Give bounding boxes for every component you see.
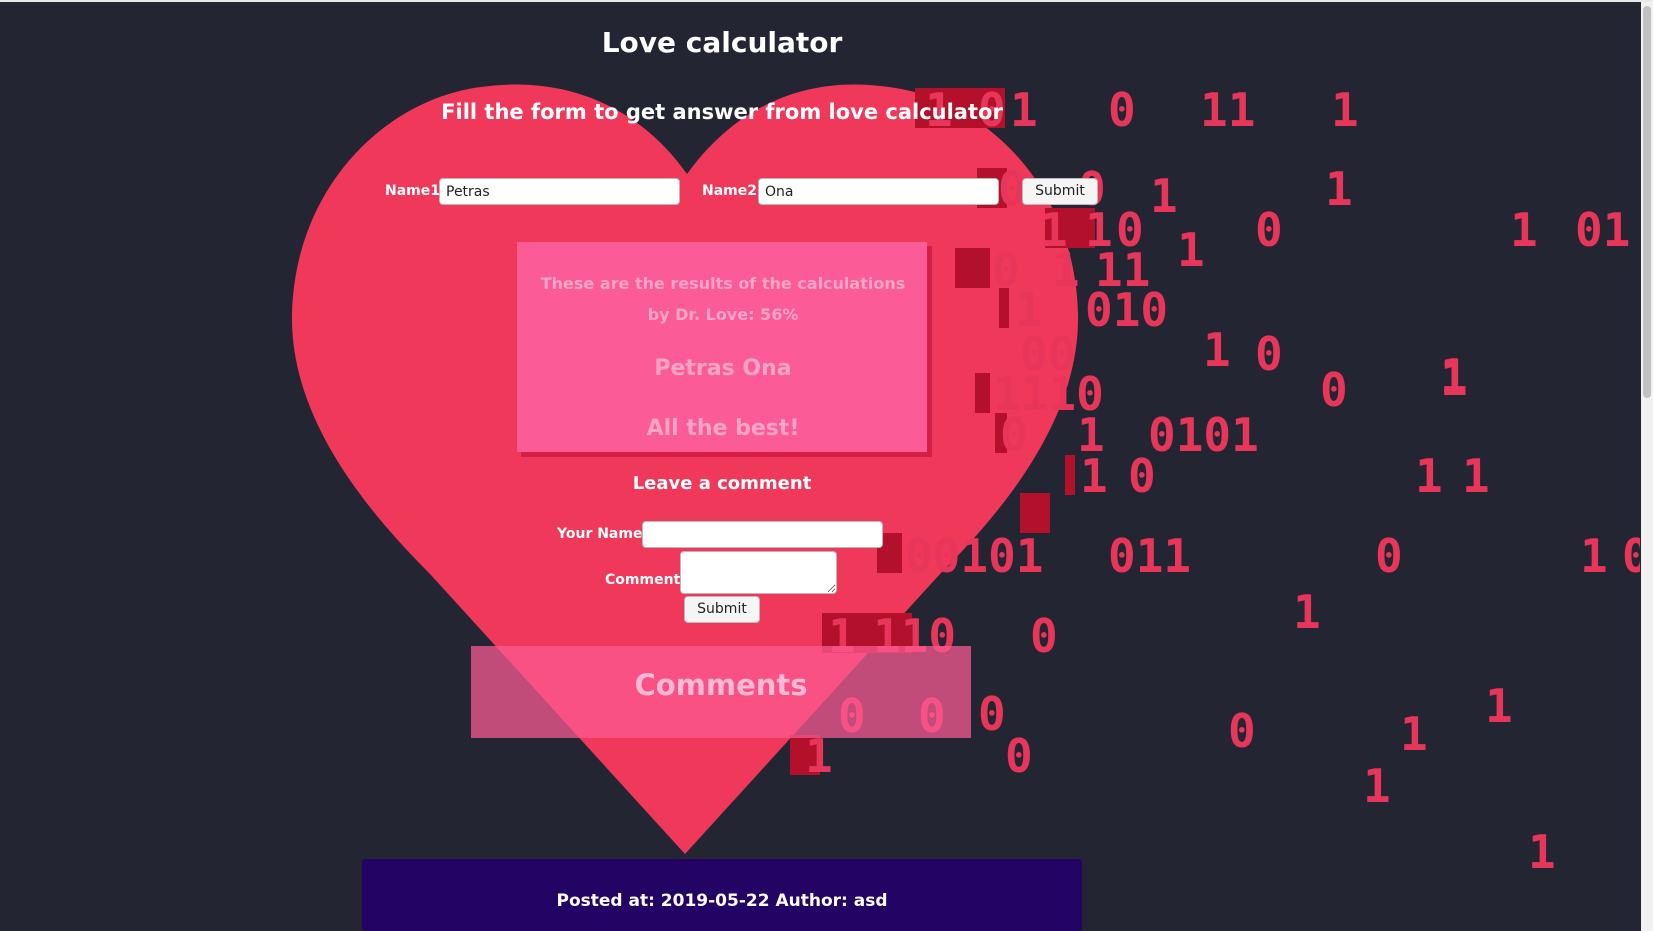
binary-digit: 010 xyxy=(1085,283,1168,337)
binary-digit: 1 xyxy=(1485,679,1513,733)
name2-label: Name2: xyxy=(702,183,763,199)
binary-digit: 0 xyxy=(1375,529,1403,583)
result-wish: All the best! xyxy=(646,416,800,441)
page-subtitle: Fill the form to get answer from love ca… xyxy=(441,100,1003,124)
binary-digit: 0101 xyxy=(1148,408,1259,462)
binary-digit: 1 xyxy=(1203,323,1231,377)
binary-digit: 1 xyxy=(1510,203,1538,257)
result-names: Petras Ona xyxy=(654,356,792,381)
binary-digit: 0 xyxy=(1255,203,1283,257)
binary-digit: 1 xyxy=(1580,529,1608,583)
binary-digit: 11 xyxy=(1095,243,1150,297)
comment-submit-button[interactable]: Submit xyxy=(684,596,760,623)
result-line-1: These are the results of the calculation… xyxy=(540,274,906,293)
page-scrollbar[interactable] xyxy=(1641,2,1653,931)
binary-digit: 1 xyxy=(1400,707,1428,761)
binary-digit: 0 xyxy=(1622,529,1640,583)
leave-comment-heading: Leave a comment xyxy=(632,473,812,494)
binary-digit: 1 xyxy=(1440,352,1468,406)
window-top-border xyxy=(0,0,1653,2)
name1-input[interactable] xyxy=(439,178,680,205)
comment-label: Comment: xyxy=(605,572,686,588)
binary-digit: 0 xyxy=(1320,363,1348,417)
calculate-submit-button[interactable]: Submit xyxy=(1022,178,1098,205)
binary-digit: 1 xyxy=(1085,203,1113,257)
binary-digit: 1 xyxy=(1462,449,1490,503)
result-line-2: by Dr. Love: 56% xyxy=(647,305,799,324)
post-meta: Posted at: 2019-05-22 Author: asd xyxy=(556,891,888,911)
page-title: Love calculator xyxy=(601,26,843,59)
name1-label: Name1: xyxy=(385,183,446,199)
binary-digit: 1 xyxy=(1293,585,1321,639)
binary-digit: 0 xyxy=(1116,203,1144,257)
binary-digit: 0 xyxy=(1228,704,1256,758)
name2-input[interactable] xyxy=(758,178,999,205)
binary-digit: 1 xyxy=(1440,349,1468,403)
binary-digit: 0 xyxy=(1255,327,1283,381)
binary-digit: 1 xyxy=(1325,162,1353,216)
binary-digit: 01 xyxy=(1575,203,1630,257)
binary-digit: 1 xyxy=(1077,408,1105,462)
binary-digit: 1 xyxy=(1177,223,1205,277)
binary-digit: 1 xyxy=(1150,169,1178,223)
your-name-label: Your Name: xyxy=(557,526,649,542)
binary-digit: 011 xyxy=(1108,529,1191,583)
binary-digit: 1 xyxy=(1528,825,1556,879)
comment-textarea[interactable] xyxy=(680,551,837,594)
comments-heading: Comments xyxy=(634,668,808,702)
scrollbar-thumb[interactable] xyxy=(1643,6,1651,398)
binary-digit: 1 xyxy=(1363,759,1391,813)
your-name-input[interactable] xyxy=(642,521,883,548)
